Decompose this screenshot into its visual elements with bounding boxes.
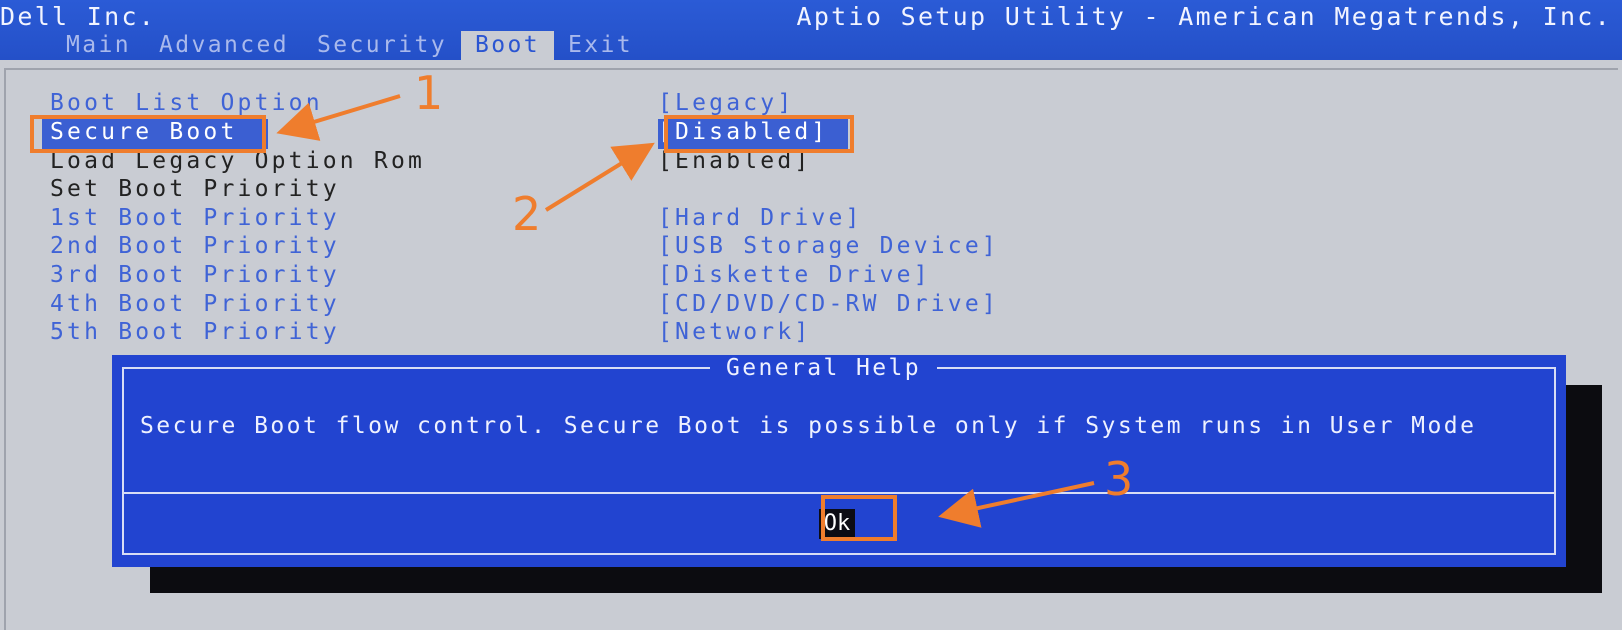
annotation-box-ok-button (821, 495, 897, 541)
annotation-box-secure-boot (30, 115, 266, 153)
set-boot-priority-heading: Set Boot Priority (50, 176, 340, 202)
tab-security[interactable]: Security (303, 31, 461, 60)
boot-priority-row[interactable]: 5th Boot Priority [Network] (6, 319, 1006, 347)
dialog-message: Secure Boot flow control. Secure Boot is… (140, 413, 1477, 439)
boot-list-option-value[interactable]: [Legacy] (658, 90, 794, 116)
tab-exit[interactable]: Exit (554, 31, 647, 60)
boot-priority-label: 5th Boot Priority (50, 319, 340, 345)
boot-priority-label: 1st Boot Priority (50, 205, 340, 231)
boot-priority-value[interactable]: [CD/DVD/CD-RW Drive] (658, 291, 999, 317)
boot-priority-label: 4th Boot Priority (50, 291, 340, 317)
tab-advanced[interactable]: Advanced (145, 31, 303, 60)
vendor-name: Dell Inc. (0, 2, 157, 31)
boot-list-option-label: Boot List Option (50, 90, 323, 116)
utility-title: Aptio Setup Utility - American Megatrend… (796, 2, 1612, 31)
annotation-number-2: 2 (512, 187, 542, 241)
boot-priority-value[interactable]: [Hard Drive] (658, 205, 863, 231)
boot-priority-row[interactable]: 2nd Boot Priority [USB Storage Device] (6, 233, 1006, 261)
dialog-title: General Help (710, 355, 937, 381)
annotation-number-1: 1 (414, 66, 444, 120)
boot-list-option-row[interactable]: Boot List Option [Legacy] (6, 90, 1006, 118)
tab-main[interactable]: Main (52, 31, 145, 60)
tab-boot[interactable]: Boot (460, 31, 554, 60)
boot-priority-row[interactable]: 3rd Boot Priority [Diskette Drive] (6, 262, 1006, 290)
annotation-box-disabled-value (664, 115, 854, 153)
boot-priority-value[interactable]: [Network] (658, 319, 811, 345)
title-bar: Dell Inc. Aptio Setup Utility - American… (0, 0, 1622, 60)
tab-bar: Main Advanced Security Boot Exit (52, 31, 647, 60)
boot-priority-value[interactable]: [USB Storage Device] (658, 233, 999, 259)
boot-priority-row[interactable]: 1st Boot Priority [Hard Drive] (6, 205, 1006, 233)
boot-priority-label: 2nd Boot Priority (50, 233, 340, 259)
boot-priority-row[interactable]: 4th Boot Priority [CD/DVD/CD-RW Drive] (6, 291, 1006, 319)
annotation-number-3: 3 (1104, 452, 1134, 506)
boot-priority-label: 3rd Boot Priority (50, 262, 340, 288)
set-boot-priority-heading-row: Set Boot Priority (6, 176, 1006, 204)
dialog-divider (124, 492, 1554, 494)
boot-priority-value[interactable]: [Diskette Drive] (658, 262, 931, 288)
